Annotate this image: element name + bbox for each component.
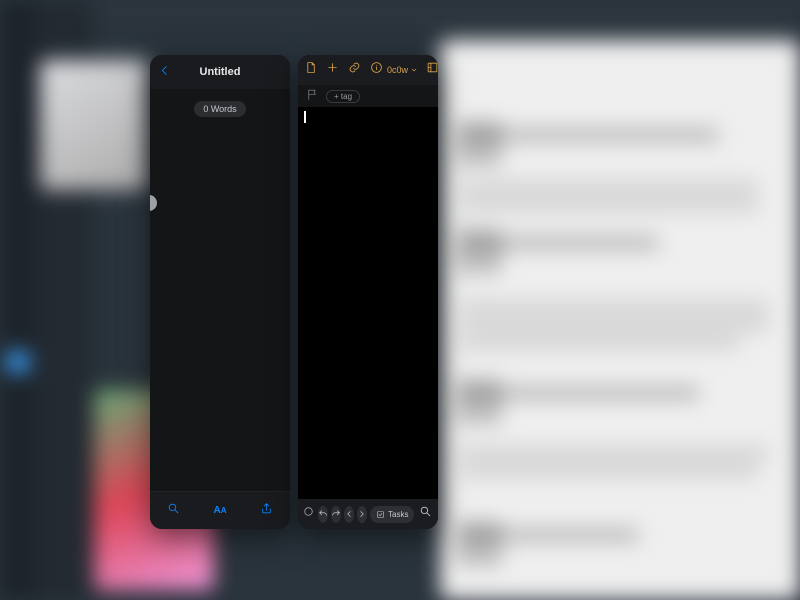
- check-square-icon: [376, 510, 385, 519]
- chevron-down-icon: [437, 505, 438, 518]
- ia-writer-editor[interactable]: 0 Words: [150, 89, 290, 491]
- undo-button[interactable]: [318, 506, 328, 523]
- arrow-right-icon: [357, 509, 367, 519]
- back-button[interactable]: [158, 64, 171, 80]
- char-word-count[interactable]: 0c0w: [387, 65, 418, 75]
- info-button[interactable]: [370, 61, 383, 79]
- tasks-button[interactable]: Tasks: [370, 506, 414, 523]
- document-title: Untitled: [200, 66, 241, 78]
- redo-icon: [331, 509, 341, 519]
- toggle-sidebar-button[interactable]: [302, 505, 315, 523]
- drafts-slideover[interactable]: Drafts 0c0w: [298, 55, 438, 529]
- share-icon: [260, 502, 273, 515]
- search-icon: [419, 505, 432, 518]
- plus-icon: [326, 61, 339, 74]
- add-button[interactable]: [326, 61, 339, 79]
- drafts-editor[interactable]: [298, 107, 438, 499]
- text-format-button[interactable]: AA: [213, 505, 226, 516]
- search-icon: [167, 502, 180, 515]
- link-icon: [348, 61, 361, 74]
- chevron-left-icon: [158, 64, 171, 77]
- cursor-right-button[interactable]: [357, 506, 367, 523]
- add-tag-chip[interactable]: + tag: [326, 90, 360, 103]
- link-button[interactable]: [348, 61, 361, 79]
- arrange-icon: [426, 61, 438, 74]
- find-button[interactable]: [419, 505, 432, 523]
- chevron-down-icon: [410, 66, 418, 74]
- arrow-left-icon: [344, 509, 354, 519]
- circle-icon: [302, 505, 315, 518]
- share-button[interactable]: [260, 502, 273, 520]
- undo-icon: [318, 509, 328, 519]
- word-count-pill: 0 Words: [194, 101, 245, 117]
- drafts-bottom-toolbar: Tasks: [298, 499, 438, 529]
- text-cursor: [304, 111, 306, 123]
- flag-icon: [306, 88, 319, 101]
- ia-writer-slideover[interactable]: iA iA Writer Untitled Untitled 0 Words A…: [150, 55, 290, 529]
- info-icon: [370, 61, 383, 74]
- redo-button[interactable]: [331, 506, 341, 523]
- new-draft-button[interactable]: [304, 61, 317, 79]
- ia-writer-titlebar: Untitled: [150, 55, 290, 89]
- hide-keyboard-button[interactable]: [437, 505, 438, 523]
- search-button[interactable]: [167, 502, 180, 520]
- drafts-tag-row: + tag: [298, 85, 438, 107]
- ia-writer-bottom-toolbar: AA: [150, 491, 290, 529]
- flag-button[interactable]: [306, 88, 319, 104]
- drafts-top-toolbar: 0c0w: [298, 55, 438, 85]
- document-icon: [304, 61, 317, 74]
- focus-mode-button[interactable]: [426, 61, 438, 79]
- cursor-left-button[interactable]: [344, 506, 354, 523]
